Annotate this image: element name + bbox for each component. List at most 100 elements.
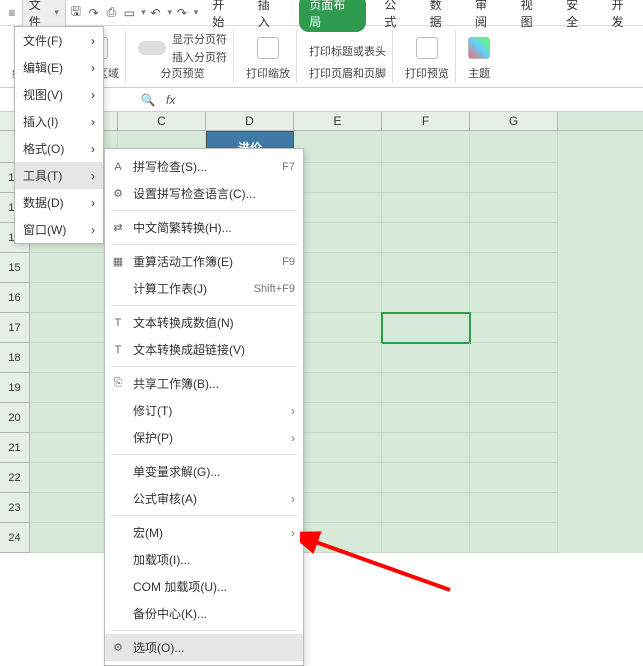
col-header[interactable]: F	[382, 112, 470, 130]
shortcut-label: F7	[282, 161, 295, 173]
file-dropdown-menu: 文件(F)› 编辑(E)› 视图(V)› 插入(I)› 格式(O)› 工具(T)…	[14, 26, 104, 244]
ribbon-group-titles: 打印标题或表头 打印页眉和页脚	[303, 30, 393, 83]
menu-icon: T	[111, 343, 125, 357]
redo-icon[interactable]: ↷	[86, 5, 102, 21]
print-icon[interactable]: ⎙	[104, 5, 120, 21]
shortcut-label: Shift+F9	[254, 283, 295, 295]
tab-insert[interactable]: 插入	[254, 0, 285, 32]
submenu-item[interactable]: ⚙ 选项(O)...	[105, 634, 303, 661]
submenu-item[interactable]: A 拼写检查(S)... F7	[105, 153, 303, 180]
submenu-item[interactable]: 修订(T)›	[105, 397, 303, 424]
chevron-down-icon: ▾	[54, 7, 59, 18]
submenu-item[interactable]: 加载项(I)...	[105, 546, 303, 573]
row-header[interactable]: 23	[0, 493, 30, 523]
theme-label[interactable]: 主题	[468, 65, 490, 81]
quick-access-toolbar: ≡ 文件 ▾ 🖫 ↷ ⎙ ▭ ▾ ↶ ▾ ↷ ▾ 开始 插入 页面布局 公式 数…	[0, 0, 643, 26]
submenu-item[interactable]: 宏(M)›	[105, 519, 303, 546]
row-header[interactable]: 18	[0, 343, 30, 373]
submenu-item[interactable]: 保护(P) ›	[105, 424, 303, 451]
header-footer-label[interactable]: 打印页眉和页脚	[309, 65, 386, 81]
print-title-label[interactable]: 打印标题或表头	[309, 43, 386, 59]
insert-break-label[interactable]: 插入分页符	[172, 49, 227, 65]
row-header[interactable]: 21	[0, 433, 30, 463]
show-break-label[interactable]: 显示分页符	[172, 31, 227, 47]
undo-icon[interactable]: ↶	[148, 5, 164, 21]
submenu-label: 公式审核(A)	[133, 490, 197, 507]
col-header[interactable]: E	[294, 112, 382, 130]
row-header[interactable]: 15	[0, 253, 30, 283]
submenu-label: COM 加载项(U)...	[133, 578, 227, 595]
chevron-down-icon: ▾	[167, 7, 172, 18]
submenu-label: 共享工作簿(B)...	[133, 375, 219, 392]
save-icon[interactable]: 🖫	[68, 5, 84, 21]
menu-item-format[interactable]: 格式(O)›	[15, 135, 103, 162]
tab-review[interactable]: 审阅	[471, 0, 502, 32]
menu-item-view[interactable]: 视图(V)›	[15, 81, 103, 108]
submenu-label: 拼写检查(S)...	[133, 158, 207, 175]
menu-item-edit[interactable]: 编辑(E)›	[15, 54, 103, 81]
menu-item-file[interactable]: 文件(F)›	[15, 27, 103, 54]
tab-formula[interactable]: 公式	[380, 0, 411, 32]
submenu-item[interactable]: T文本转换成数值(N)	[105, 309, 303, 336]
chevron-right-icon: ›	[291, 492, 295, 506]
chevron-right-icon: ›	[291, 431, 295, 445]
fx-label[interactable]: fx	[156, 93, 185, 107]
tab-page-layout[interactable]: 页面布局	[299, 0, 366, 32]
tab-security[interactable]: 安全	[562, 0, 593, 32]
row-header[interactable]: 24	[0, 523, 30, 553]
tab-start[interactable]: 开始	[208, 0, 239, 32]
menu-icon[interactable]: ≡	[4, 5, 20, 21]
submenu-item[interactable]: 备份中心(K)...	[105, 600, 303, 627]
menu-item-tools[interactable]: 工具(T)›	[15, 162, 103, 189]
menu-item-insert[interactable]: 插入(I)›	[15, 108, 103, 135]
scale-icon[interactable]	[257, 37, 279, 59]
col-header[interactable]: D	[206, 112, 294, 130]
menu-icon: ▦	[111, 255, 125, 269]
row-header[interactable]: 20	[0, 403, 30, 433]
submenu-item[interactable]: ⚙设置拼写检查语言(C)...	[105, 180, 303, 207]
ribbon-tabs: 开始 插入 页面布局 公式 数据 审阅 视图 安全 开发	[208, 0, 639, 32]
preview-icon[interactable]: ▭	[121, 5, 137, 21]
print-preview-icon[interactable]	[416, 37, 438, 59]
submenu-item[interactable]: T 文本转换成超链接(V)	[105, 336, 303, 363]
chevron-down-icon: ▾	[141, 7, 146, 18]
submenu-item[interactable]: 计算工作表(J) Shift+F9	[105, 275, 303, 302]
selected-cell[interactable]	[382, 313, 470, 343]
row-header[interactable]: 16	[0, 283, 30, 313]
print-preview-label[interactable]: 打印预览	[405, 65, 449, 81]
theme-icon[interactable]	[468, 37, 490, 59]
print-scale-label[interactable]: 打印缩放	[246, 65, 290, 81]
page-preview-label[interactable]: 分页预览	[161, 65, 205, 81]
ribbon-group-scale: 打印缩放	[240, 30, 297, 83]
tab-dev[interactable]: 开发	[608, 0, 639, 32]
menu-item-data[interactable]: 数据(D)›	[15, 189, 103, 216]
submenu-item[interactable]: 公式审核(A) ›	[105, 485, 303, 512]
menu-icon: ⚙	[111, 641, 125, 655]
menu-item-window[interactable]: 窗口(W)›	[15, 216, 103, 243]
redo2-icon[interactable]: ↷	[174, 5, 190, 21]
submenu-item[interactable]: 单变量求解(G)...	[105, 458, 303, 485]
submenu-item[interactable]: ⇄中文简繁转换(H)...	[105, 214, 303, 241]
submenu-item[interactable]: COM 加载项(U)...	[105, 573, 303, 600]
col-header[interactable]: G	[470, 112, 558, 130]
submenu-item[interactable]: ▦重算活动工作簿(E)F9	[105, 248, 303, 275]
tab-view[interactable]: 视图	[517, 0, 548, 32]
row-header[interactable]: 22	[0, 463, 30, 493]
menu-icon: A	[111, 160, 125, 174]
submenu-label: 文本转换成超链接(V)	[133, 341, 245, 358]
submenu-label: 加载项(I)...	[133, 551, 190, 568]
submenu-label: 备份中心(K)...	[133, 605, 207, 622]
tab-data[interactable]: 数据	[426, 0, 457, 32]
chevron-right-icon: ›	[291, 526, 295, 540]
submenu-item[interactable]: ⎘共享工作簿(B)...	[105, 370, 303, 397]
menu-icon: ⚙	[111, 187, 125, 201]
submenu-label: 计算工作表(J)	[133, 280, 207, 297]
shortcut-label: F9	[282, 256, 295, 268]
col-header[interactable]: C	[118, 112, 206, 130]
submenu-label: 保护(P)	[133, 429, 173, 446]
toggle-switch[interactable]	[138, 41, 166, 55]
submenu-label: 选项(O)...	[133, 639, 184, 656]
row-header[interactable]: 19	[0, 373, 30, 403]
search-icon[interactable]: 🔍	[140, 92, 156, 108]
row-header[interactable]: 17	[0, 313, 30, 343]
